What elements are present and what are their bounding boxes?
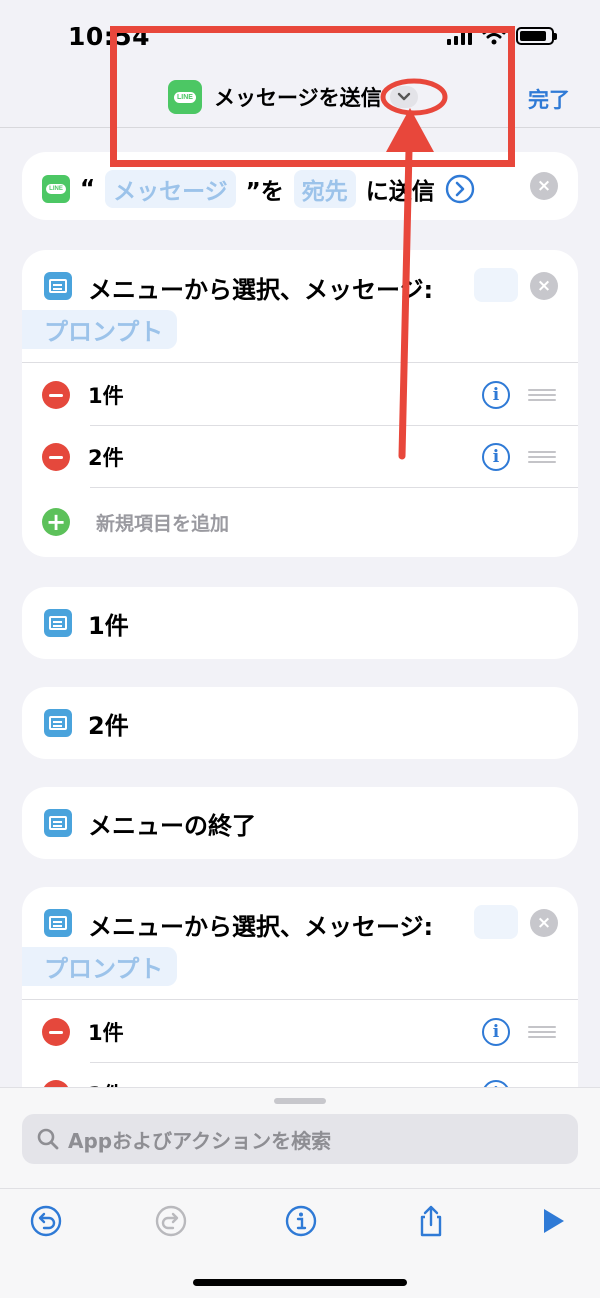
annotation-arrow — [380, 78, 448, 460]
